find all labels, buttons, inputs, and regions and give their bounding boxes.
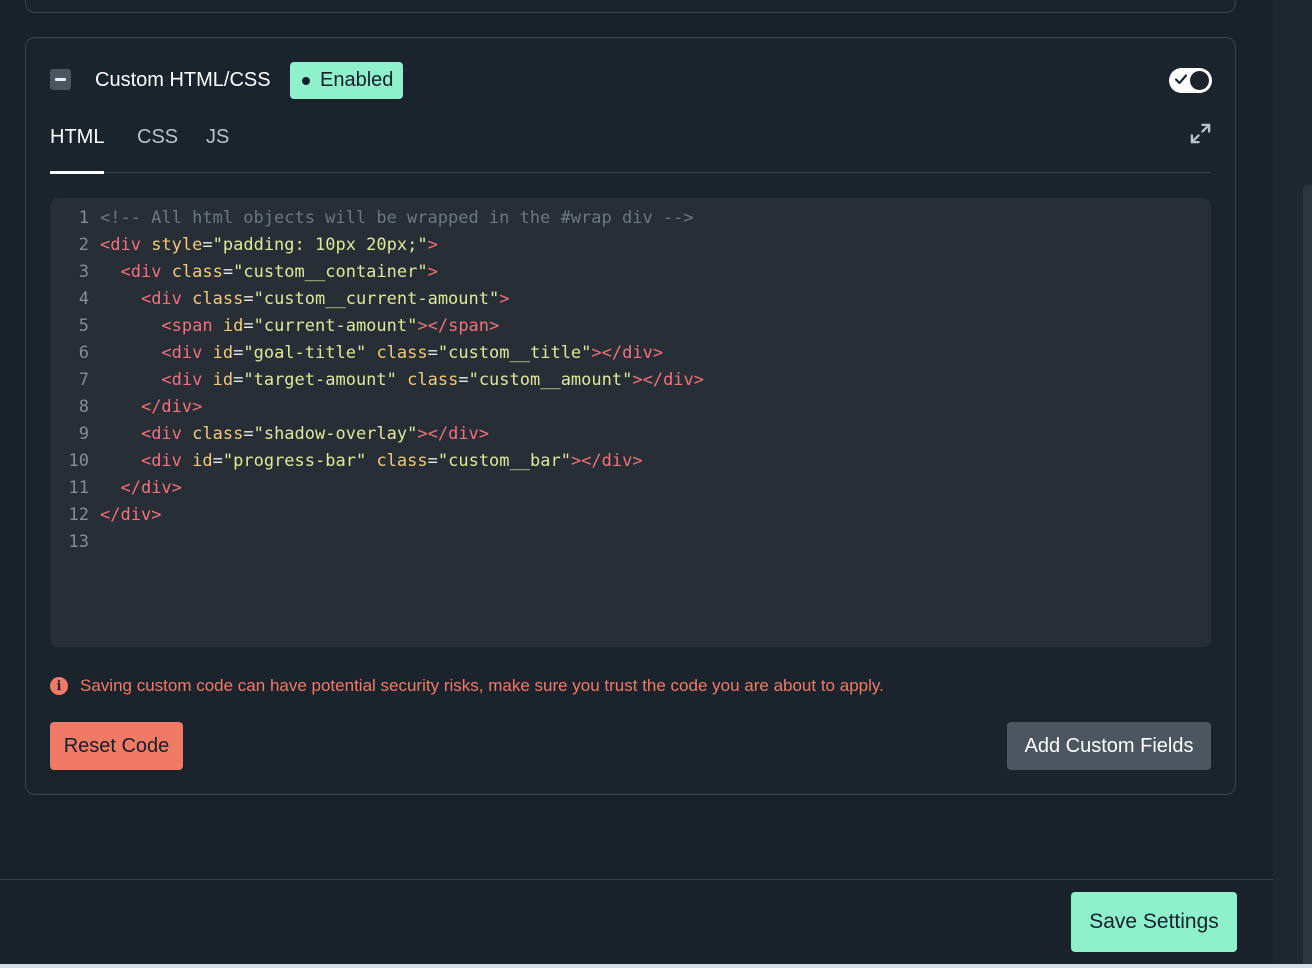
card-title: Custom HTML/CSS [95,69,271,91]
bottom-edge [0,964,1312,968]
line-number: 2 [78,235,89,255]
code-text: <span id="current-amount"></span> [161,316,500,336]
previous-card [25,0,1236,13]
footer-divider [0,879,1273,880]
tab-css[interactable]: CSS [137,122,178,173]
code-text: <!-- All html objects will be wrapped in… [100,208,694,228]
add-custom-fields-button[interactable]: Add Custom Fields [1007,722,1211,770]
code-line: 12 </div> [50,502,1211,529]
status-badge: Enabled [290,62,404,99]
code-line: 8 </div> [50,394,1211,421]
line-number: 6 [78,343,89,363]
reset-code-button[interactable]: Reset Code [50,722,183,770]
info-icon: i [50,677,68,695]
warning-text: Saving custom code can have potential se… [80,676,884,695]
toggle-knob [1190,71,1209,90]
line-number: 13 [68,532,89,552]
security-warning: i Saving custom code can have potential … [50,676,884,696]
code-line: 6 <div id="goal-title" class="custom__ti… [50,340,1211,367]
status-dot-icon [302,76,310,85]
code-line: 5 <span id="current-amount"></span> [50,313,1211,340]
scrollbar[interactable] [1303,185,1312,968]
code-text: <div class="custom__current-amount"> [140,289,510,309]
line-number: 1 [78,208,89,228]
code-text: <div class="shadow-overlay"></div> [140,424,490,444]
code-text: <div style="padding: 10px 20px;"> [100,235,438,255]
code-line: 9 <div class="shadow-overlay"></div> [50,421,1211,448]
line-number: 9 [78,424,89,444]
tab-html[interactable]: HTML [50,122,105,174]
expand-icon[interactable] [1189,122,1212,145]
code-line: 10 <div id="progress-bar" class="custom_… [50,448,1211,475]
code-text: <div id="goal-title" class="custom__titl… [161,343,664,363]
code-line: 7 <div id="target-amount" class="custom_… [50,367,1211,394]
code-line: 11 </div> [50,475,1211,502]
code-editor[interactable]: 1 <!-- All html objects will be wrapped i… [50,198,1211,647]
status-badge-label: Enabled [320,69,394,91]
code-text: <div id="target-amount" class="custom__a… [161,370,705,390]
line-number: 11 [68,478,89,498]
code-text: </div> [120,478,182,498]
code-line: 2 <div style="padding: 10px 20px;"> [50,232,1211,259]
code-text: <div class="custom__container"> [120,262,438,282]
code-line: 3 <div class="custom__container"> [50,259,1211,286]
code-line: 4 <div class="custom__current-amount"> [50,286,1211,313]
code-tabs: HTML CSS JS [50,122,1211,174]
save-settings-button[interactable]: Save Settings [1071,892,1237,952]
enable-toggle[interactable] [1169,68,1212,93]
code-line: 1 <!-- All html objects will be wrapped i… [50,205,1211,232]
code-text: </div> [140,397,203,417]
code-text: <div id="progress-bar" class="custom__ba… [140,451,643,471]
line-number: 8 [78,397,89,417]
tab-js[interactable]: JS [206,122,229,173]
code-line: 13 [50,529,1211,556]
line-number: 7 [78,370,89,390]
checkmark-icon [1174,74,1188,85]
line-number: 12 [68,505,89,525]
collapse-button[interactable] [50,69,71,90]
line-number: 3 [78,262,89,282]
custom-code-card: Custom HTML/CSS Enabled HTML CSS JS 1 <!-… [25,37,1236,795]
line-number: 4 [78,289,89,309]
line-number: 10 [68,451,89,471]
line-number: 5 [78,316,89,336]
code-text: </div> [100,505,162,525]
